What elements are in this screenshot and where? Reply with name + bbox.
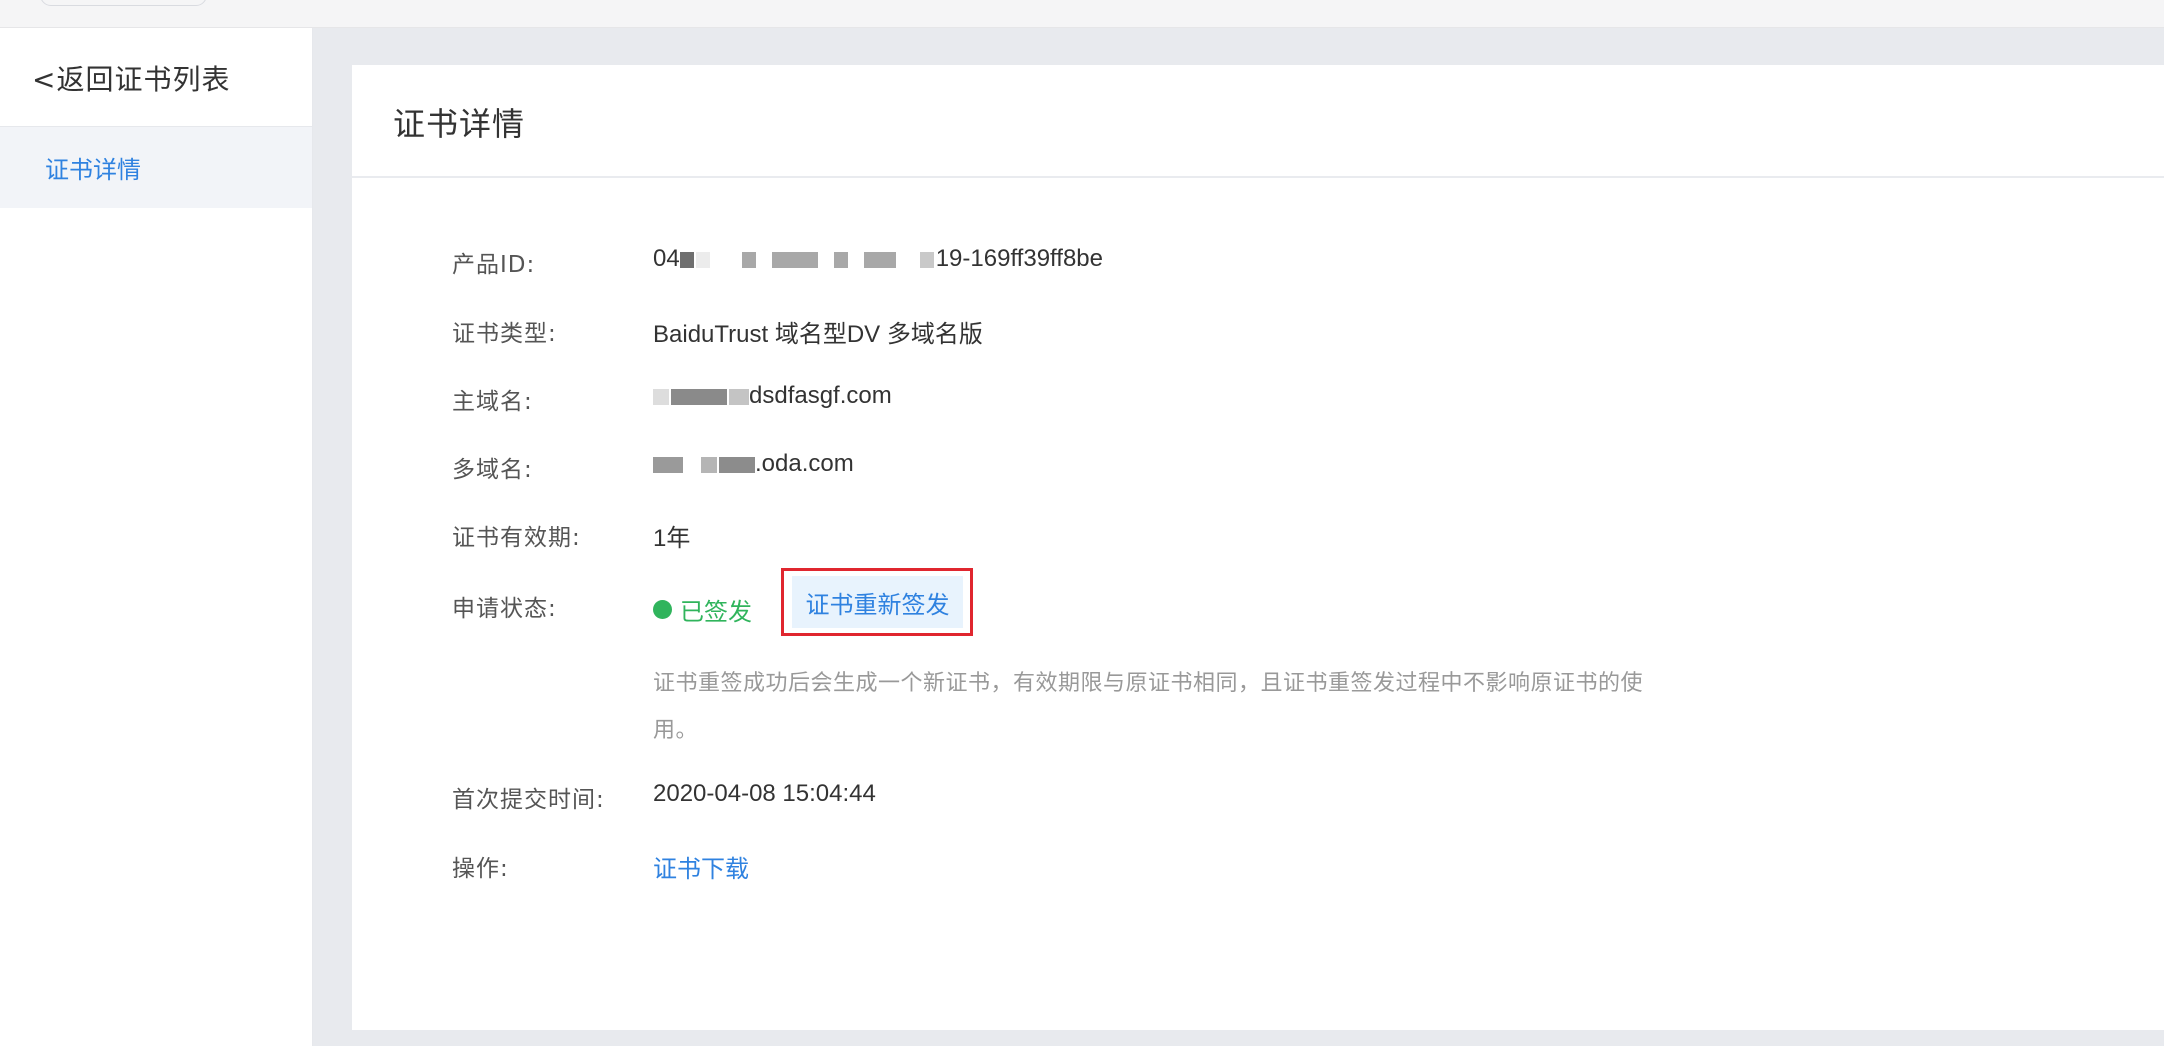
product-id-visible-suffix: -169ff39ff8be xyxy=(962,245,1103,272)
first-submit-time-label: 首次提交时间: xyxy=(452,787,605,813)
status-issued-text: 已签发 xyxy=(680,597,752,626)
main-domain-value: dsdfasgf.com xyxy=(653,382,892,410)
redaction-block xyxy=(833,251,848,268)
validity-label: 证书有效期: xyxy=(452,525,581,551)
redaction-block xyxy=(719,456,755,473)
apply-status-value: 已签发 xyxy=(653,589,752,629)
redaction-block xyxy=(653,388,669,405)
sidebar-item-certificate-details[interactable]: 证书详情 xyxy=(0,127,312,208)
redaction-block xyxy=(863,251,896,268)
redaction-block xyxy=(729,388,749,405)
multi-domain-label: 多域名: xyxy=(452,457,533,483)
top-bar xyxy=(0,0,2164,28)
redaction-block xyxy=(771,251,818,268)
apply-status-label: 申请状态: xyxy=(452,596,557,622)
first-submit-time-value: 2020-04-08 15:04:44 xyxy=(653,780,876,807)
back-to-certificate-list-link[interactable]: <返回证书列表 xyxy=(32,58,230,98)
validity-value: 1年 xyxy=(653,525,691,552)
product-id-value: 04 19-169ff39ff8be xyxy=(653,245,1103,273)
multi-domain-value: .oda.com xyxy=(653,450,854,478)
product-id-visible-prefix: 04 xyxy=(653,245,680,272)
download-certificate-link[interactable]: 证书下载 xyxy=(653,849,749,884)
product-id-visible-middle: 19 xyxy=(935,245,963,272)
redaction-block xyxy=(741,251,756,268)
reissue-certificate-button[interactable]: 证书重新签发 xyxy=(792,576,963,628)
product-id-label: 产品ID: xyxy=(452,252,536,278)
reissue-note: 证书重签成功后会生成一个新证书，有效期限与原证书相同，且证书重签发过程中不影响原… xyxy=(653,671,1644,743)
redaction-block xyxy=(671,388,727,405)
title-divider xyxy=(352,176,2164,178)
status-dot-icon xyxy=(653,599,672,619)
page-title: 证书详情 xyxy=(393,105,526,143)
redaction-block xyxy=(701,456,717,473)
redaction-block xyxy=(919,251,934,268)
redaction-block xyxy=(695,251,710,268)
multi-domain-visible-text: .oda.com xyxy=(755,450,854,477)
sidebar-item-label: 证书详情 xyxy=(45,156,141,184)
certificate-type-value: BaiduTrust 域名型DV 多域名版 xyxy=(653,321,983,348)
main-domain-label: 主域名: xyxy=(452,389,533,415)
operations-label: 操作: xyxy=(452,856,509,882)
sidebar: <返回证书列表 证书详情 xyxy=(0,28,313,1046)
top-bar-tab[interactable] xyxy=(40,0,207,6)
redaction-block xyxy=(653,456,683,473)
certificate-details-panel: 证书详情 产品ID: 04 19-169ff39ff8be 证书类型: Baidu… xyxy=(352,65,2164,1030)
certificate-type-label: 证书类型: xyxy=(452,321,557,347)
redaction-block xyxy=(679,251,694,268)
main-domain-visible-text: dsdfasgf.com xyxy=(749,382,892,409)
